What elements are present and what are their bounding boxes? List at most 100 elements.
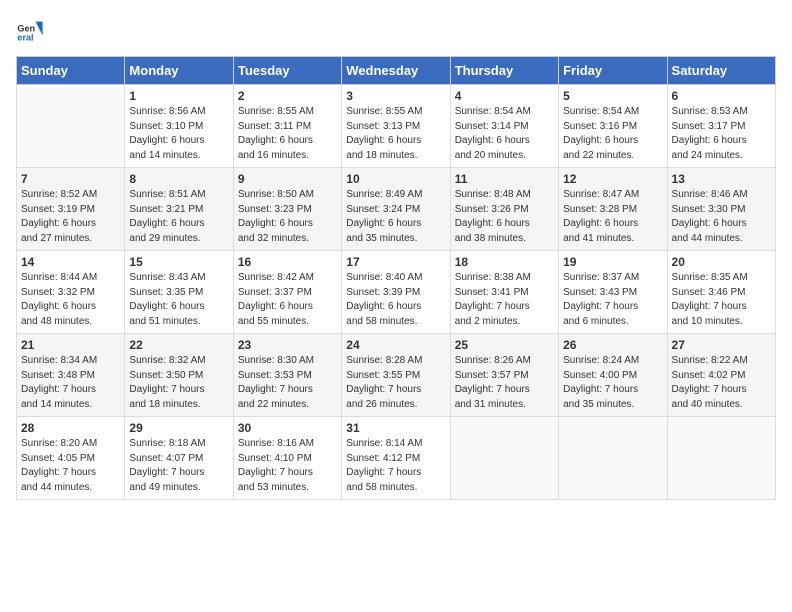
day-cell: 27 Sunrise: 8:22 AM Sunset: 4:02 PM Dayli…: [667, 334, 775, 417]
day-info: Sunrise: 8:18 AM Sunset: 4:07 PM Dayligh…: [129, 437, 228, 495]
day-info: Sunrise: 8:40 AM Sunset: 3:39 PM Dayligh…: [346, 271, 445, 329]
day-info: Sunrise: 8:55 AM Sunset: 3:13 PM Dayligh…: [346, 105, 445, 163]
day-cell: 8 Sunrise: 8:51 AM Sunset: 3:21 PM Daylig…: [125, 168, 233, 251]
day-info: Sunrise: 8:47 AM Sunset: 3:28 PM Dayligh…: [563, 188, 662, 246]
column-header-tuesday: Tuesday: [233, 57, 341, 85]
day-info: Sunrise: 8:14 AM Sunset: 4:12 PM Dayligh…: [346, 437, 445, 495]
day-info: Sunrise: 8:48 AM Sunset: 3:26 PM Dayligh…: [455, 188, 554, 246]
day-number: 24: [346, 338, 445, 352]
day-number: 13: [672, 172, 771, 186]
day-cell: 12 Sunrise: 8:47 AM Sunset: 3:28 PM Dayli…: [559, 168, 667, 251]
week-row-5: 28 Sunrise: 8:20 AM Sunset: 4:05 PM Dayli…: [17, 417, 776, 500]
day-number: 2: [238, 89, 337, 103]
day-cell: 17 Sunrise: 8:40 AM Sunset: 3:39 PM Dayli…: [342, 251, 450, 334]
day-info: Sunrise: 8:52 AM Sunset: 3:19 PM Dayligh…: [21, 188, 120, 246]
day-number: 31: [346, 421, 445, 435]
day-info: Sunrise: 8:22 AM Sunset: 4:02 PM Dayligh…: [672, 354, 771, 412]
week-row-4: 21 Sunrise: 8:34 AM Sunset: 3:48 PM Dayli…: [17, 334, 776, 417]
svg-text:eral: eral: [17, 33, 33, 43]
day-number: 27: [672, 338, 771, 352]
day-cell: 11 Sunrise: 8:48 AM Sunset: 3:26 PM Dayli…: [450, 168, 558, 251]
day-number: 11: [455, 172, 554, 186]
day-cell: [667, 417, 775, 500]
day-number: 12: [563, 172, 662, 186]
day-info: Sunrise: 8:35 AM Sunset: 3:46 PM Dayligh…: [672, 271, 771, 329]
day-cell: 31 Sunrise: 8:14 AM Sunset: 4:12 PM Dayli…: [342, 417, 450, 500]
day-number: 30: [238, 421, 337, 435]
day-cell: 15 Sunrise: 8:43 AM Sunset: 3:35 PM Dayli…: [125, 251, 233, 334]
day-cell: 10 Sunrise: 8:49 AM Sunset: 3:24 PM Dayli…: [342, 168, 450, 251]
week-row-2: 7 Sunrise: 8:52 AM Sunset: 3:19 PM Daylig…: [17, 168, 776, 251]
day-cell: 30 Sunrise: 8:16 AM Sunset: 4:10 PM Dayli…: [233, 417, 341, 500]
day-cell: [559, 417, 667, 500]
day-number: 25: [455, 338, 554, 352]
day-cell: 28 Sunrise: 8:20 AM Sunset: 4:05 PM Dayli…: [17, 417, 125, 500]
day-cell: [450, 417, 558, 500]
day-number: 14: [21, 255, 120, 269]
day-number: 3: [346, 89, 445, 103]
day-cell: 18Sunrise: 8:38 AM Sunset: 3:41 PM Dayli…: [450, 251, 558, 334]
day-info: Sunrise: 8:26 AM Sunset: 3:57 PM Dayligh…: [455, 354, 554, 412]
week-row-3: 14Sunrise: 8:44 AM Sunset: 3:32 PM Dayli…: [17, 251, 776, 334]
column-header-sunday: Sunday: [17, 57, 125, 85]
day-cell: 26Sunrise: 8:24 AM Sunset: 4:00 PM Dayli…: [559, 334, 667, 417]
day-cell: 14Sunrise: 8:44 AM Sunset: 3:32 PM Dayli…: [17, 251, 125, 334]
day-info: Sunrise: 8:53 AM Sunset: 3:17 PM Dayligh…: [672, 105, 771, 163]
day-number: 7: [21, 172, 120, 186]
header-row: SundayMondayTuesdayWednesdayThursdayFrid…: [17, 57, 776, 85]
day-cell: 6 Sunrise: 8:53 AM Sunset: 3:17 PM Daylig…: [667, 85, 775, 168]
day-number: 19: [563, 255, 662, 269]
week-row-1: 1 Sunrise: 8:56 AM Sunset: 3:10 PM Daylig…: [17, 85, 776, 168]
column-header-thursday: Thursday: [450, 57, 558, 85]
day-info: Sunrise: 8:28 AM Sunset: 3:55 PM Dayligh…: [346, 354, 445, 412]
day-info: Sunrise: 8:34 AM Sunset: 3:48 PM Dayligh…: [21, 354, 120, 412]
day-info: Sunrise: 8:16 AM Sunset: 4:10 PM Dayligh…: [238, 437, 337, 495]
day-cell: 22Sunrise: 8:32 AM Sunset: 3:50 PM Dayli…: [125, 334, 233, 417]
day-cell: 23Sunrise: 8:30 AM Sunset: 3:53 PM Dayli…: [233, 334, 341, 417]
calendar-table: SundayMondayTuesdayWednesdayThursdayFrid…: [16, 56, 776, 500]
day-cell: 16Sunrise: 8:42 AM Sunset: 3:37 PM Dayli…: [233, 251, 341, 334]
day-info: Sunrise: 8:51 AM Sunset: 3:21 PM Dayligh…: [129, 188, 228, 246]
page-header: Gen eral: [16, 16, 776, 44]
day-number: 9: [238, 172, 337, 186]
day-cell: 21 Sunrise: 8:34 AM Sunset: 3:48 PM Dayli…: [17, 334, 125, 417]
day-info: Sunrise: 8:56 AM Sunset: 3:10 PM Dayligh…: [129, 105, 228, 163]
day-cell: 9Sunrise: 8:50 AM Sunset: 3:23 PM Daylig…: [233, 168, 341, 251]
day-info: Sunrise: 8:54 AM Sunset: 3:14 PM Dayligh…: [455, 105, 554, 163]
day-number: 10: [346, 172, 445, 186]
day-number: 5: [563, 89, 662, 103]
day-info: Sunrise: 8:42 AM Sunset: 3:37 PM Dayligh…: [238, 271, 337, 329]
day-info: Sunrise: 8:43 AM Sunset: 3:35 PM Dayligh…: [129, 271, 228, 329]
day-info: Sunrise: 8:20 AM Sunset: 4:05 PM Dayligh…: [21, 437, 120, 495]
day-info: Sunrise: 8:54 AM Sunset: 3:16 PM Dayligh…: [563, 105, 662, 163]
day-number: 8: [129, 172, 228, 186]
day-info: Sunrise: 8:55 AM Sunset: 3:11 PM Dayligh…: [238, 105, 337, 163]
day-number: 6: [672, 89, 771, 103]
day-number: 29: [129, 421, 228, 435]
day-number: 26: [563, 338, 662, 352]
day-cell: 25 Sunrise: 8:26 AM Sunset: 3:57 PM Dayli…: [450, 334, 558, 417]
day-number: 18: [455, 255, 554, 269]
day-info: Sunrise: 8:49 AM Sunset: 3:24 PM Dayligh…: [346, 188, 445, 246]
day-number: 20: [672, 255, 771, 269]
column-header-friday: Friday: [559, 57, 667, 85]
day-cell: 2 Sunrise: 8:55 AM Sunset: 3:11 PM Daylig…: [233, 85, 341, 168]
column-header-wednesday: Wednesday: [342, 57, 450, 85]
day-cell: 3 Sunrise: 8:55 AM Sunset: 3:13 PM Daylig…: [342, 85, 450, 168]
day-cell: 1 Sunrise: 8:56 AM Sunset: 3:10 PM Daylig…: [125, 85, 233, 168]
day-cell: 24 Sunrise: 8:28 AM Sunset: 3:55 PM Dayli…: [342, 334, 450, 417]
day-info: Sunrise: 8:37 AM Sunset: 3:43 PM Dayligh…: [563, 271, 662, 329]
day-cell: [17, 85, 125, 168]
day-cell: 19 Sunrise: 8:37 AM Sunset: 3:43 PM Dayli…: [559, 251, 667, 334]
column-header-saturday: Saturday: [667, 57, 775, 85]
day-number: 17: [346, 255, 445, 269]
day-number: 21: [21, 338, 120, 352]
day-cell: 5 Sunrise: 8:54 AM Sunset: 3:16 PM Daylig…: [559, 85, 667, 168]
day-number: 15: [129, 255, 228, 269]
day-info: Sunrise: 8:46 AM Sunset: 3:30 PM Dayligh…: [672, 188, 771, 246]
day-info: Sunrise: 8:30 AM Sunset: 3:53 PM Dayligh…: [238, 354, 337, 412]
day-cell: 13 Sunrise: 8:46 AM Sunset: 3:30 PM Dayli…: [667, 168, 775, 251]
day-number: 28: [21, 421, 120, 435]
day-cell: 29 Sunrise: 8:18 AM Sunset: 4:07 PM Dayli…: [125, 417, 233, 500]
day-number: 1: [129, 89, 228, 103]
